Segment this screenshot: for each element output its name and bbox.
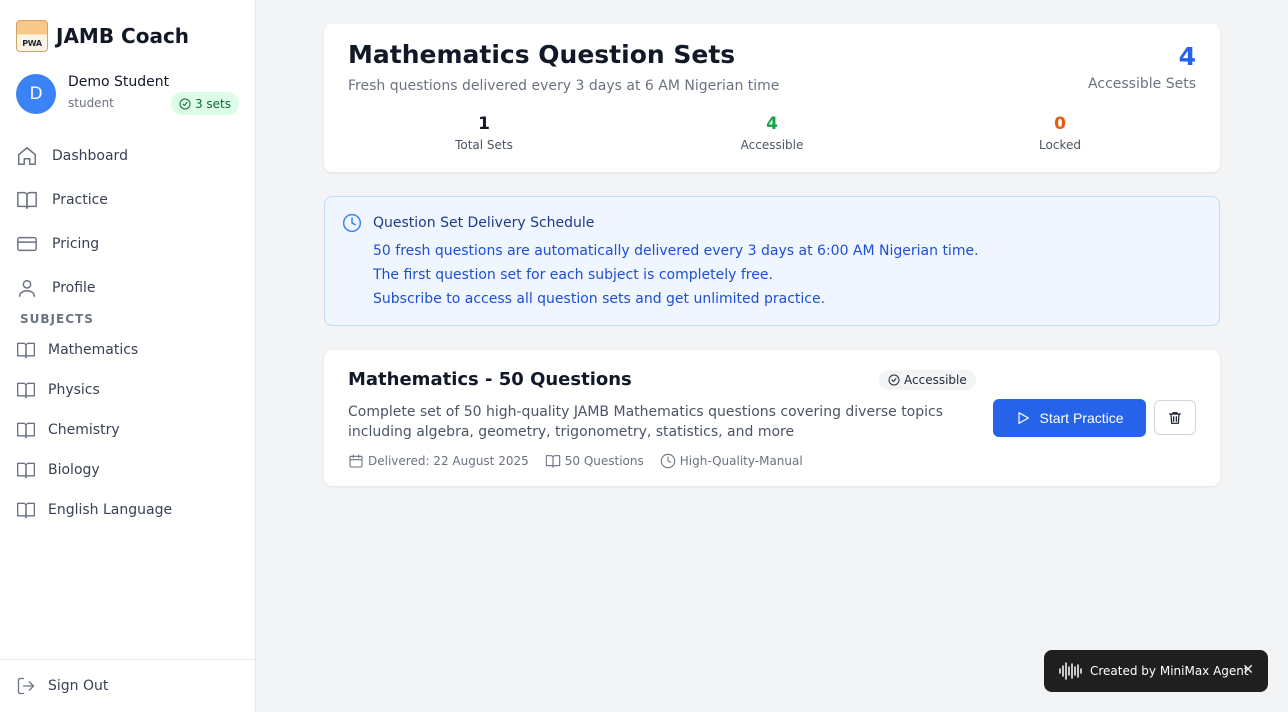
- book-icon: [17, 382, 35, 399]
- header-card: Mathematics Question Sets Fresh question…: [324, 24, 1220, 172]
- nav-item-dashboard[interactable]: Dashboard: [0, 134, 256, 178]
- check-circle-icon: [179, 98, 191, 109]
- start-practice-label: Start Practice: [1039, 410, 1124, 426]
- nav-item-profile[interactable]: Profile: [0, 266, 256, 310]
- delivered-date: Delivered: 22 August 2025: [348, 453, 529, 469]
- info-title: Question Set Delivery Schedule: [373, 215, 595, 231]
- start-practice-button[interactable]: Start Practice: [993, 399, 1146, 437]
- sets-badge-label: 3 sets: [194, 96, 231, 111]
- user-icon: [18, 279, 36, 297]
- app-name: JAMB Coach: [56, 24, 190, 48]
- delete-button[interactable]: [1154, 400, 1196, 435]
- page-subtitle: Fresh questions delivered every 3 days a…: [348, 78, 780, 94]
- close-icon[interactable]: ✕: [1242, 662, 1254, 678]
- sign-out-button[interactable]: Sign Out: [0, 659, 256, 712]
- page-title: Mathematics Question Sets: [348, 40, 736, 69]
- book-icon: [545, 455, 560, 468]
- subject-label: Mathematics: [48, 342, 139, 358]
- brand[interactable]: PWA JAMB Coach: [16, 20, 189, 52]
- subjects-list: Mathematics Physics Chemistry Biology En…: [0, 330, 256, 530]
- clock-icon: [660, 453, 675, 469]
- play-icon: [1018, 412, 1030, 424]
- stat-value: 0: [1054, 114, 1066, 134]
- user-panel: D Demo Student student 3 sets: [16, 74, 239, 115]
- book-icon: [17, 191, 37, 209]
- log-out-icon: [17, 677, 35, 695]
- question-set-meta: Delivered: 22 August 2025 50 Questions H…: [348, 453, 803, 469]
- subject-label: Biology: [48, 462, 100, 478]
- question-count-label: 50 Questions: [564, 454, 644, 468]
- stat-total-sets: 1 Total Sets: [384, 114, 584, 152]
- stat-value: 1: [478, 114, 490, 134]
- stat-label: Locked: [1039, 138, 1081, 152]
- sound-wave-icon: [1059, 662, 1082, 680]
- avatar: D: [16, 74, 56, 114]
- check-circle-icon: [888, 374, 900, 386]
- book-icon: [17, 462, 35, 479]
- minimax-toast: Created by MiniMax Agent ✕: [1044, 650, 1268, 692]
- sidebar: PWA JAMB Coach D Demo Student student 3 …: [0, 0, 256, 712]
- subject-item-mathematics[interactable]: Mathematics: [0, 330, 256, 370]
- accessible-sets-count: 4: [1178, 42, 1196, 71]
- trash-icon: [1169, 411, 1181, 424]
- stat-locked: 0 Locked: [960, 114, 1160, 152]
- sets-badge: 3 sets: [170, 92, 239, 115]
- nav-item-pricing[interactable]: Pricing: [0, 222, 256, 266]
- nav-item-label: Dashboard: [52, 148, 128, 164]
- accessible-badge-label: Accessible: [904, 373, 967, 387]
- sign-out-label: Sign Out: [48, 678, 109, 694]
- quality-tag: High-Quality-Manual: [660, 453, 803, 469]
- subject-item-biology[interactable]: Biology: [0, 450, 256, 490]
- question-set-card: Mathematics - 50 Questions Accessible Co…: [324, 350, 1220, 486]
- main-nav: Dashboard Practice Pricing Profile: [0, 134, 256, 310]
- toast-text: Created by MiniMax Agent: [1090, 664, 1249, 678]
- nav-item-label: Practice: [52, 192, 108, 208]
- subject-item-english-language[interactable]: English Language: [0, 490, 256, 530]
- question-count: 50 Questions: [545, 453, 644, 469]
- quality-tag-label: High-Quality-Manual: [679, 454, 803, 468]
- question-set-description: Complete set of 50 high-quality JAMB Mat…: [348, 404, 944, 440]
- book-icon: [17, 422, 35, 439]
- nav-item-label: Profile: [52, 280, 96, 296]
- nav-item-label: Pricing: [52, 236, 100, 252]
- info-line: 50 fresh questions are automatically del…: [373, 243, 979, 259]
- subject-label: English Language: [48, 502, 173, 518]
- logo-text: PWA: [22, 39, 42, 48]
- info-line: Subscribe to access all question sets an…: [373, 291, 826, 307]
- book-icon: [17, 502, 35, 519]
- calendar-icon: [349, 454, 363, 468]
- subject-label: Chemistry: [48, 422, 120, 438]
- home-icon: [18, 147, 36, 165]
- clock-icon: [342, 213, 362, 233]
- book-icon: [17, 342, 35, 359]
- subject-label: Physics: [48, 382, 100, 398]
- stat-label: Total Sets: [455, 138, 513, 152]
- accessible-sets-label: Accessible Sets: [1088, 76, 1196, 92]
- info-line: The first question set for each subject …: [373, 267, 773, 283]
- nav-item-practice[interactable]: Practice: [0, 178, 256, 222]
- app-logo: PWA: [16, 20, 48, 52]
- credit-card-icon: [17, 236, 37, 252]
- stat-label: Accessible: [740, 138, 804, 152]
- delivery-schedule-info: Question Set Delivery Schedule 50 fresh …: [324, 196, 1220, 326]
- subject-item-chemistry[interactable]: Chemistry: [0, 410, 256, 450]
- stat-accessible: 4 Accessible: [672, 114, 872, 152]
- stat-value: 4: [766, 114, 778, 134]
- delivered-date-label: Delivered: 22 August 2025: [368, 454, 529, 468]
- user-role: student: [68, 96, 114, 110]
- subject-item-physics[interactable]: Physics: [0, 370, 256, 410]
- question-set-title: Mathematics - 50 Questions: [348, 369, 632, 390]
- accessible-badge: Accessible: [879, 370, 976, 390]
- subjects-heading: SUBJECTS: [20, 312, 94, 326]
- user-name: Demo Student: [68, 74, 170, 90]
